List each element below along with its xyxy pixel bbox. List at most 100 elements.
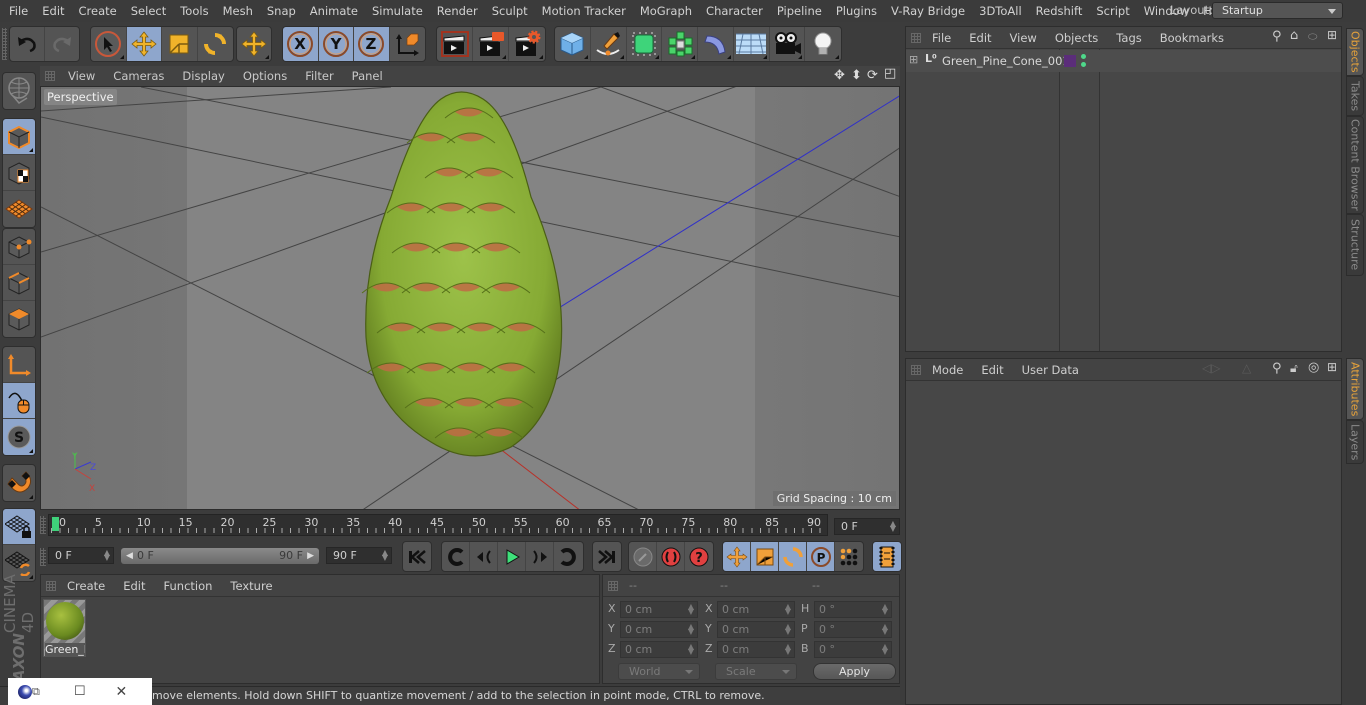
menu-motion-tracker[interactable]: Motion Tracker	[535, 4, 633, 18]
render-view-button[interactable]	[437, 27, 473, 61]
transport-grip[interactable]	[40, 548, 46, 566]
object-name[interactable]: Green_Pine_Cone_001	[942, 54, 1070, 68]
workplane-mode-button[interactable]	[3, 191, 35, 227]
editor-visibility-dot[interactable]	[1081, 54, 1086, 59]
model-mode-button[interactable]	[3, 119, 35, 155]
menu-redshift[interactable]: Redshift	[1029, 4, 1090, 18]
position-field[interactable]: 0 cm ▲ ▼	[620, 601, 698, 618]
viewport-rotate-icon[interactable]: ⟳	[867, 68, 878, 83]
menu-snap[interactable]: Snap	[260, 4, 303, 18]
search-icon[interactable]: ⚲	[1272, 29, 1282, 44]
timeline-ruler[interactable]: 0 5 10 15 20 25 30 35 40 45 50 55 60 65 70 75 80 85 90	[48, 514, 828, 536]
add-spline-button[interactable]	[591, 27, 627, 61]
autokey-button[interactable]	[657, 542, 685, 571]
camera-label[interactable]: Perspective	[44, 89, 117, 105]
lock-icon[interactable]: 🔓︎	[1290, 361, 1298, 376]
tab-layers[interactable]: Layers	[1346, 420, 1364, 464]
menu-pipeline[interactable]: Pipeline	[770, 4, 829, 18]
maximize-icon[interactable]: ☐	[74, 684, 86, 699]
undo-button[interactable]	[10, 27, 45, 61]
rotation-field[interactable]: 0 ° ▲ ▼	[814, 641, 892, 658]
viewport-grip[interactable]	[45, 71, 55, 81]
viewport-toggle-layout-icon[interactable]: ◰	[884, 66, 896, 81]
tab-content-browser[interactable]: Content Browser	[1346, 116, 1364, 214]
coordinate-mode-dropdown[interactable]: World	[618, 663, 700, 680]
viewport-menu-view[interactable]: View	[59, 69, 104, 83]
menu-edit[interactable]: Edit	[35, 4, 71, 18]
current-frame-field[interactable]: 0 F ▲ ▼	[834, 518, 900, 535]
polygons-mode-button[interactable]	[3, 301, 35, 337]
menu-select[interactable]: Select	[124, 4, 173, 18]
menu-file[interactable]: File	[0, 4, 35, 18]
eye-icon[interactable]: ⬭	[1308, 30, 1317, 44]
menu-mograph[interactable]: MoGraph	[633, 4, 699, 18]
spin-arrows-icon[interactable]: ▲ ▼	[688, 623, 694, 636]
object-menu-view[interactable]: View	[1001, 31, 1046, 45]
expand-icon[interactable]: ⊞	[909, 53, 918, 66]
spin-arrows-icon[interactable]: ▲ ▼	[688, 603, 694, 616]
tab-attributes[interactable]: Attributes	[1346, 358, 1364, 420]
key-scale-button[interactable]	[751, 542, 779, 571]
menu-3dtoall[interactable]: 3DToAll	[972, 4, 1029, 18]
menu-script[interactable]: Script	[1089, 4, 1136, 18]
menu-create[interactable]: Create	[72, 4, 124, 18]
key-parameter-button[interactable]: P	[807, 542, 835, 571]
viewport-menu-filter[interactable]: Filter	[296, 69, 342, 83]
target-icon[interactable]: ◎	[1308, 360, 1319, 375]
render-settings-button[interactable]	[509, 27, 545, 61]
spin-arrows-icon[interactable]: ▲ ▼	[882, 643, 888, 656]
render-picture-viewer-button[interactable]	[473, 27, 509, 61]
timeline-window-button[interactable]	[873, 542, 901, 571]
menu-mesh[interactable]: Mesh	[216, 4, 260, 18]
menu-tools[interactable]: Tools	[173, 4, 215, 18]
viewport-menu-cameras[interactable]: Cameras	[104, 69, 173, 83]
coordinates-grip[interactable]	[608, 580, 618, 591]
add-camera-button[interactable]	[770, 27, 806, 61]
menu-plugins[interactable]: Plugins	[829, 4, 884, 18]
new-panel-icon[interactable]: ⊞	[1327, 28, 1337, 42]
z-axis-lock-button[interactable]: Z	[354, 27, 390, 61]
object-menu-bookmarks[interactable]: Bookmarks	[1151, 31, 1233, 45]
object-menu-objects[interactable]: Objects	[1046, 31, 1107, 45]
restore-icon[interactable]: ⧉	[32, 685, 40, 699]
transform-type-dropdown[interactable]: Scale	[715, 663, 797, 680]
attribute-menu-mode[interactable]: Mode	[923, 363, 972, 377]
object-row[interactable]: ⊞ L⁰ Green_Pine_Cone_001	[906, 50, 1341, 72]
add-cloner-button[interactable]	[662, 27, 698, 61]
spin-arrows-icon[interactable]: ▲ ▼	[785, 643, 791, 656]
viewport-menu-display[interactable]: Display	[173, 69, 233, 83]
new-panel-icon[interactable]: ⊞	[1327, 360, 1337, 374]
add-deformer-button[interactable]	[698, 27, 734, 61]
size-field[interactable]: 0 cm ▲ ▼	[717, 601, 795, 618]
tab-takes[interactable]: Takes	[1346, 76, 1364, 116]
tweak-mode-button[interactable]	[3, 383, 35, 419]
size-field[interactable]: 0 cm ▲ ▼	[717, 641, 795, 658]
menu-simulate[interactable]: Simulate	[365, 4, 430, 18]
spin-arrows-icon[interactable]: ▲ ▼	[785, 603, 791, 616]
close-icon[interactable]: ✕	[116, 684, 128, 700]
size-field[interactable]: 0 cm ▲ ▼	[717, 621, 795, 638]
add-subdivision-button[interactable]	[627, 27, 663, 61]
object-menu-tags[interactable]: Tags	[1107, 31, 1150, 45]
viewport-menu-options[interactable]: Options	[234, 69, 296, 83]
layer-color-swatch[interactable]	[1064, 55, 1076, 67]
texture-mode-button[interactable]	[3, 155, 35, 191]
material-menu-texture[interactable]: Texture	[221, 579, 281, 593]
rotation-field[interactable]: 0 ° ▲ ▼	[814, 601, 892, 618]
rotate-tool-button[interactable]	[198, 27, 233, 61]
play-button[interactable]	[498, 542, 526, 571]
go-to-end-button[interactable]	[593, 542, 621, 571]
object-menu-edit[interactable]: Edit	[960, 31, 1000, 45]
object-manager-grip[interactable]	[911, 32, 921, 43]
x-axis-lock-button[interactable]: X	[283, 27, 319, 61]
menu-v-ray-bridge[interactable]: V-Ray Bridge	[884, 4, 972, 18]
scale-tool-button[interactable]	[162, 27, 198, 61]
object-menu-file[interactable]: File	[923, 31, 960, 45]
render-visibility-dot[interactable]	[1081, 62, 1086, 67]
keyframe-selection-button[interactable]: ?	[685, 542, 713, 571]
viewport-pan-icon[interactable]: ✥	[834, 68, 845, 83]
next-frame-button[interactable]	[526, 542, 554, 571]
key-pla-button[interactable]	[835, 542, 863, 571]
range-right-arrow-icon[interactable]: ▶	[307, 548, 314, 564]
viewport-dolly-icon[interactable]: ⬍	[851, 68, 862, 83]
